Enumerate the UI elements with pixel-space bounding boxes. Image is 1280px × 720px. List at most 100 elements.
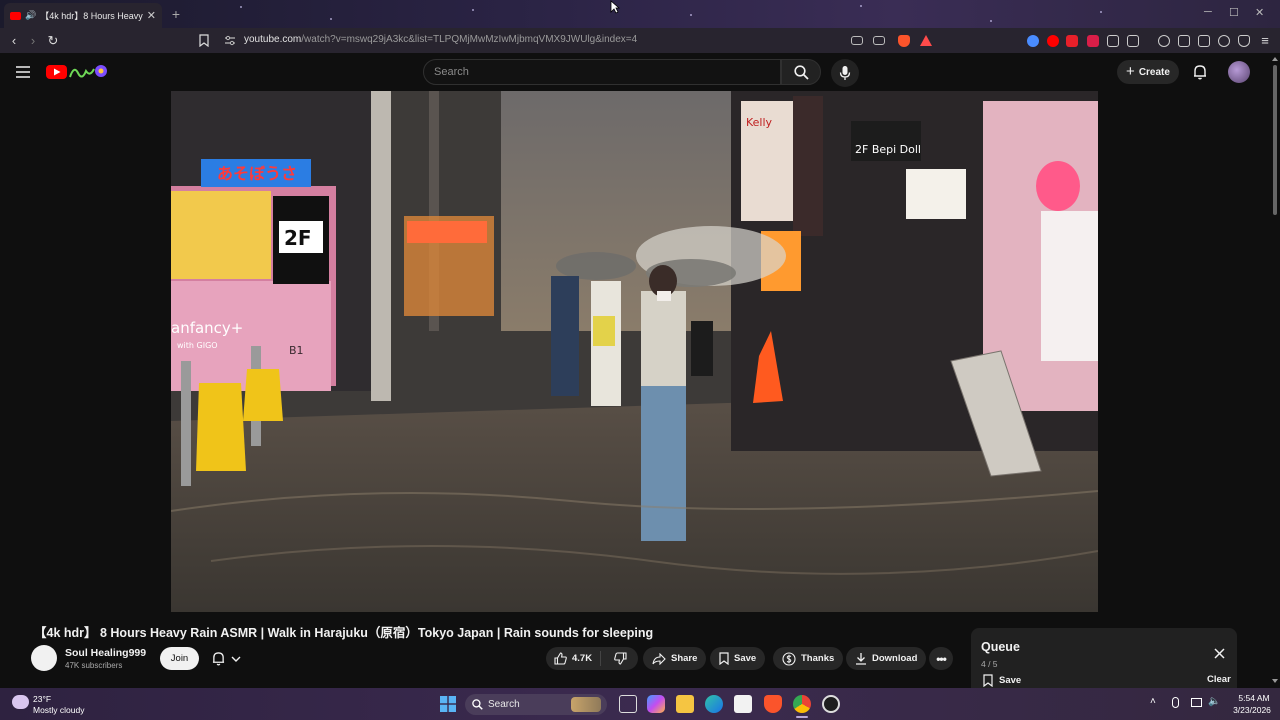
notification-settings-button[interactable] [208, 647, 252, 670]
bell-icon [212, 652, 225, 666]
tab-title: 【4k hdr】8 Hours Heavy Rain [40, 11, 143, 21]
copilot-icon[interactable] [647, 695, 665, 713]
more-actions-button[interactable]: ••• [929, 647, 953, 670]
search-input[interactable]: Search [423, 59, 781, 85]
show-hidden-icons-icon[interactable]: ˄ [1150, 696, 1156, 707]
video-frame-harajuku-rain: あそぼうさ 2F anfancy+ with GIGO B1 Kelly 2F … [171, 91, 1098, 612]
clock-date[interactable]: 3/23/2026 [1226, 705, 1278, 715]
queue-panel: Queue 4 / 5 Save Clear [971, 628, 1237, 688]
clock-time[interactable]: 5:54 AM [1230, 693, 1278, 703]
file-explorer-icon[interactable] [676, 695, 694, 713]
vpn-shield-icon[interactable] [1238, 35, 1250, 47]
dislike-button[interactable] [606, 652, 635, 665]
edge-icon[interactable] [705, 695, 723, 713]
thanks-label: Thanks [801, 653, 835, 664]
media-control-icon[interactable] [1158, 35, 1170, 47]
search-button[interactable] [781, 59, 821, 85]
create-button[interactable]: + Create [1117, 60, 1179, 84]
brave-browser-icon[interactable] [764, 695, 782, 713]
maximize-icon[interactable]: ☐ [1229, 6, 1239, 19]
video-player[interactable]: あそぼうさ 2F anfancy+ with GIGO B1 Kelly 2F … [171, 91, 1098, 612]
chrome-icon[interactable] [793, 695, 811, 713]
download-label: Download [872, 653, 918, 664]
minimize-icon[interactable]: ─ [1204, 6, 1212, 18]
youtube-logo[interactable] [46, 63, 110, 81]
guide-menu-icon[interactable] [16, 66, 30, 78]
save-label: Save [734, 653, 757, 664]
new-tab-button[interactable]: + [168, 6, 184, 22]
site-info-icon[interactable] [224, 35, 236, 46]
share-label: Share [671, 653, 698, 664]
share-page-icon[interactable] [873, 36, 885, 45]
scroll-down-arrow[interactable] [1272, 679, 1278, 683]
brave-rewards-icon[interactable] [920, 35, 932, 46]
download-icon [856, 653, 866, 665]
windows-start-icon[interactable] [440, 696, 456, 712]
browser-menu-icon[interactable]: ≡ [1256, 32, 1274, 50]
mic-tray-icon[interactable] [1172, 697, 1179, 708]
extension-blue-icon[interactable] [1027, 35, 1039, 47]
queue-save-icon [983, 674, 993, 687]
youtube-play-logo-icon [46, 65, 107, 79]
display-tray-icon[interactable] [1191, 698, 1202, 707]
wallet-icon[interactable] [1198, 35, 1210, 47]
forward-icon[interactable]: › [24, 32, 42, 50]
thanks-button[interactable]: Thanks [773, 647, 844, 670]
extension-red-icon[interactable] [1066, 35, 1078, 47]
weather-widget[interactable]: 23°F Mostly cloudy [8, 692, 108, 718]
plus-icon: + [1126, 63, 1135, 80]
like-dislike-group: 4.7K [546, 647, 638, 670]
scroll-up-arrow[interactable] [1272, 57, 1278, 61]
like-button[interactable]: 4.7K [546, 651, 602, 666]
back-icon[interactable]: ‹ [5, 32, 23, 50]
share-icon [652, 652, 666, 665]
brave-shield-icon[interactable] [898, 35, 910, 47]
extension-puzzle-icon[interactable] [1107, 35, 1119, 47]
leo-ai-icon[interactable] [1218, 35, 1230, 47]
video-sign-asobo: あそぼうさ [217, 164, 297, 183]
join-button[interactable]: Join [160, 647, 199, 670]
queue-clear-button[interactable]: Clear [1207, 674, 1231, 685]
bookmark-icon[interactable] [199, 34, 209, 47]
microphone-icon [839, 66, 851, 80]
close-tab-icon[interactable]: ✕ [147, 9, 156, 22]
video-title: 【4k hdr】 8 Hours Heavy Rain ASMR | Walk … [34, 626, 654, 640]
extension-vpn-icon[interactable] [1087, 35, 1099, 47]
queue-save-button[interactable]: Save [983, 674, 1021, 687]
thumbs-up-icon [554, 652, 567, 665]
volume-tray-icon[interactable]: 🔈 [1208, 696, 1220, 707]
search-icon [793, 65, 809, 80]
cast-icon[interactable] [851, 36, 863, 45]
save-bookmark-icon [719, 652, 729, 665]
browser-toolbar: ‹ › ↻ youtube.com/watch?v=mswq29jA3kc&li… [0, 28, 1280, 53]
speaker-icon[interactable]: 🔊 [25, 10, 36, 21]
extension-box-icon[interactable] [1127, 35, 1139, 47]
store-icon[interactable] [734, 695, 752, 713]
queue-position: 4 / 5 [981, 659, 998, 669]
channel-avatar[interactable] [31, 645, 57, 671]
video-sign-anfancy: anfancy+ [171, 319, 243, 337]
task-view-icon[interactable] [619, 695, 637, 713]
obs-icon[interactable] [822, 695, 840, 713]
mouse-cursor-icon [610, 0, 620, 14]
save-button[interactable]: Save [710, 647, 766, 670]
scrollbar-thumb[interactable] [1273, 65, 1277, 215]
voice-search-button[interactable] [831, 59, 859, 87]
user-avatar[interactable] [1228, 61, 1250, 83]
more-dots-icon: ••• [936, 651, 947, 666]
channel-name[interactable]: Soul Healing999 [65, 647, 146, 659]
close-queue-icon[interactable] [1214, 648, 1225, 659]
page-scrollbar[interactable] [1270, 53, 1280, 688]
reload-icon[interactable]: ↻ [44, 32, 62, 50]
active-tab[interactable]: 🔊 【4k hdr】8 Hours Heavy Rain ✕ [4, 3, 162, 28]
url-path: /watch?v=mswq29jA3kc&list=TLPQMjMwMzIwMj… [301, 34, 638, 45]
address-bar[interactable]: youtube.com/watch?v=mswq29jA3kc&list=TLP… [244, 34, 637, 45]
download-button[interactable]: Download [846, 647, 927, 670]
extension-youtube-icon[interactable] [1047, 35, 1059, 47]
sidebar-icon[interactable] [1178, 35, 1190, 47]
youtube-header: Search + Create [0, 53, 1280, 91]
close-window-icon[interactable]: ✕ [1255, 6, 1264, 19]
taskbar-search[interactable]: Search [465, 694, 607, 715]
notifications-bell-icon[interactable] [1193, 64, 1207, 80]
share-button[interactable]: Share [643, 647, 707, 670]
